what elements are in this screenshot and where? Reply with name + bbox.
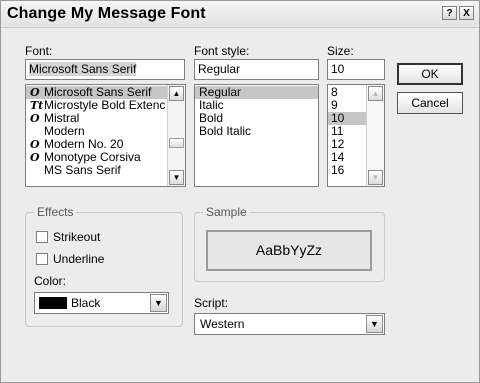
font-list-item-label: Mistral — [44, 111, 80, 125]
underline-label: Underline — [53, 252, 105, 266]
scroll-down-icon[interactable]: ▼ — [169, 170, 184, 185]
chevron-down-icon[interactable]: ▼ — [150, 294, 167, 312]
font-list-item-label: Modern No. 20 — [44, 137, 124, 151]
help-button[interactable]: ? — [442, 6, 457, 20]
font-style-list-item[interactable]: Bold Italic — [195, 125, 318, 138]
truetype-icon: Tt — [30, 99, 44, 112]
font-input[interactable]: Microsoft Sans Serif — [25, 59, 185, 80]
font-list-item-label: Microstyle Bold Extenc — [44, 98, 166, 112]
underline-checkbox[interactable] — [36, 253, 48, 265]
font-style-label: Font style: — [194, 44, 250, 58]
color-label: Color: — [34, 274, 67, 288]
cancel-button[interactable]: Cancel — [397, 92, 463, 114]
opentype-icon: O — [30, 86, 40, 99]
opentype-icon: O — [30, 151, 40, 164]
sample-legend: Sample — [203, 205, 250, 219]
font-list-items: O Microsoft Sans Serif TtMicrostyle Bold E… — [26, 85, 185, 177]
size-list-scrollbar[interactable]: ▲ ▼ — [366, 85, 384, 186]
font-list[interactable]: O Microsoft Sans Serif TtMicrostyle Bold E… — [25, 84, 186, 187]
strikeout-checkbox[interactable] — [36, 231, 48, 243]
font-label: Font: — [25, 44, 53, 58]
font-style-list-items: Regular Italic Bold Bold Italic — [195, 85, 318, 138]
close-button[interactable]: X — [459, 6, 474, 20]
font-style-input[interactable]: Regular — [194, 59, 319, 80]
ok-button[interactable]: OK — [397, 63, 463, 85]
font-list-item[interactable]: MS Sans Serif — [26, 164, 185, 177]
font-input-value: Microsoft Sans Serif — [29, 62, 137, 76]
color-swatch — [39, 297, 67, 309]
font-list-scrollbar[interactable]: ▲ ▼ — [167, 85, 185, 186]
effects-legend: Effects — [34, 205, 77, 219]
scroll-up-icon[interactable]: ▲ — [169, 86, 184, 101]
opentype-icon: O — [30, 112, 40, 125]
script-value: Western — [200, 317, 245, 331]
strikeout-label: Strikeout — [53, 230, 101, 244]
size-label: Size: — [327, 44, 354, 58]
opentype-icon: O — [30, 138, 40, 151]
dialog-title: Change My Message Font — [7, 5, 206, 22]
font-list-item-label: Modern — [44, 124, 85, 138]
font-list-item-label: Microsoft Sans Serif — [44, 85, 152, 99]
size-list[interactable]: 8 9 10 11 12 14 16 ▲ ▼ — [327, 84, 385, 187]
font-list-item-label: MS Sans Serif — [44, 163, 121, 177]
script-label: Script: — [194, 296, 229, 310]
size-input[interactable]: 10 — [327, 59, 385, 80]
script-select[interactable]: Western ▼ — [194, 313, 385, 335]
scroll-down-icon[interactable]: ▼ — [368, 170, 383, 185]
scroll-up-icon[interactable]: ▲ — [368, 86, 383, 101]
color-select[interactable]: Black ▼ — [34, 292, 169, 314]
chevron-down-icon[interactable]: ▼ — [366, 315, 383, 333]
font-style-list[interactable]: Regular Italic Bold Bold Italic — [194, 84, 319, 187]
title-bar: Change My Message Font ? X — [1, 1, 479, 28]
font-dialog: Change My Message Font ? X Font: Microso… — [0, 0, 480, 383]
scroll-thumb[interactable] — [169, 138, 184, 148]
sample-preview: AaBbYyZz — [206, 230, 372, 271]
font-list-item-label: Monotype Corsiva — [44, 150, 141, 164]
size-list-item[interactable]: 16 — [328, 164, 366, 177]
color-value: Black — [71, 296, 101, 310]
